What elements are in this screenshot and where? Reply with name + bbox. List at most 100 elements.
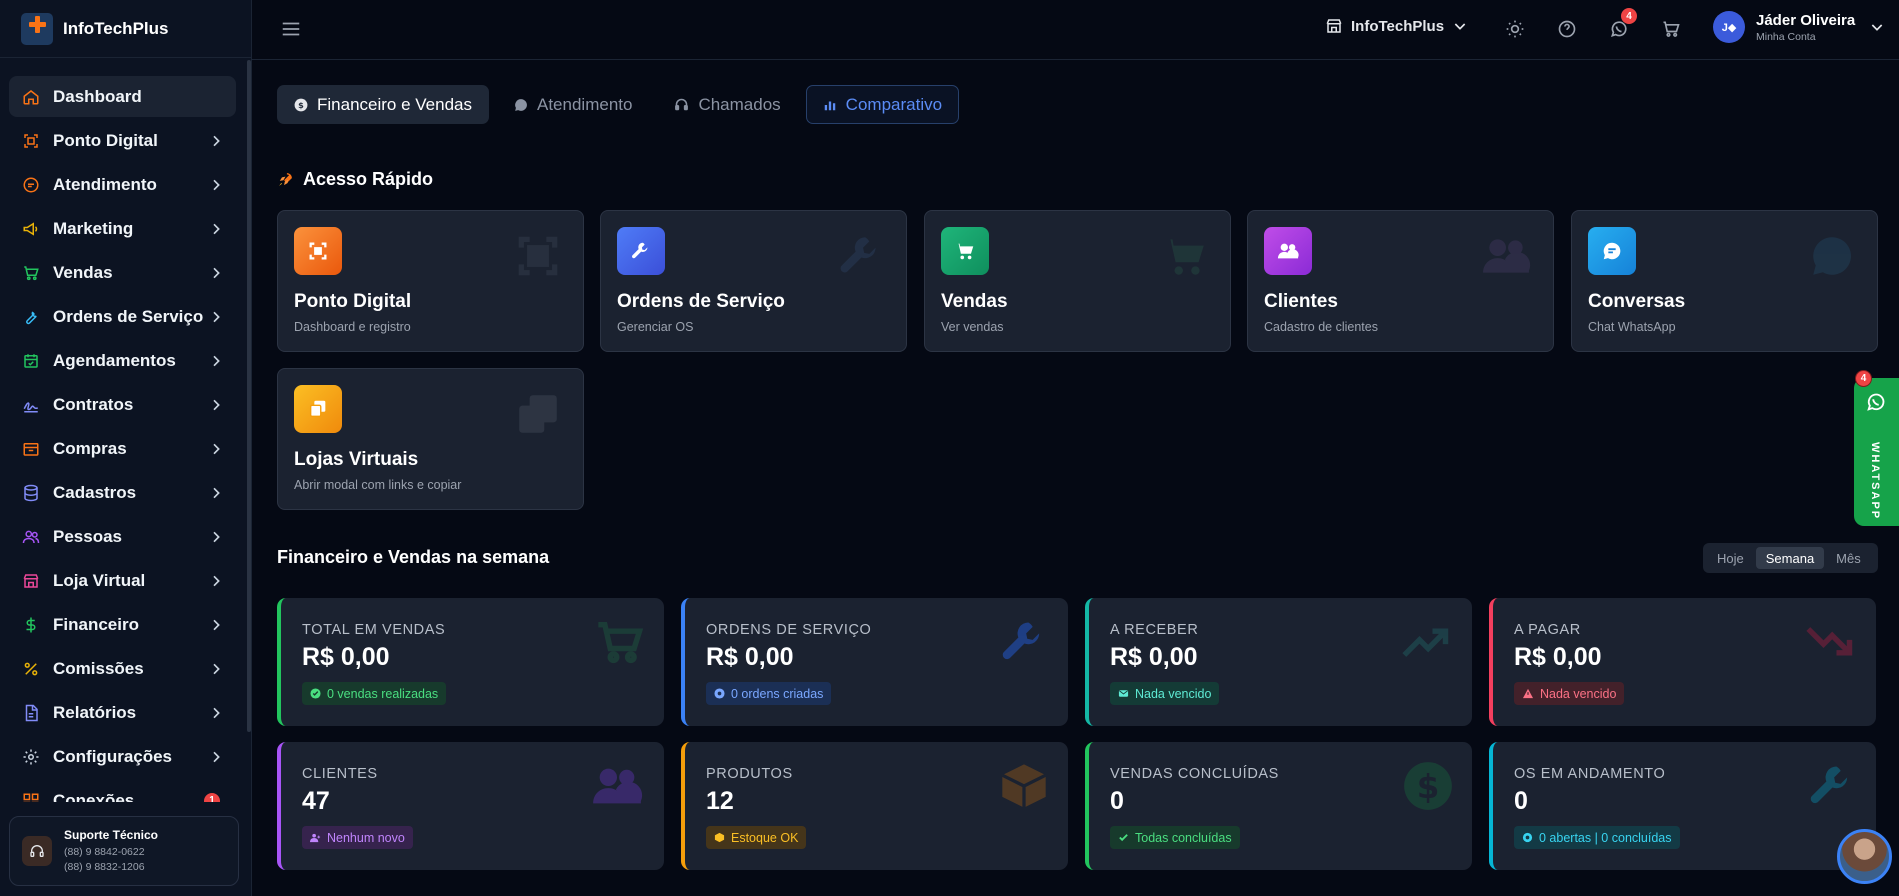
cart-icon: [941, 227, 989, 275]
wrench-watermark-icon: [1806, 760, 1858, 812]
sidebar-item-marketing[interactable]: Marketing: [9, 208, 236, 249]
database-icon: [21, 483, 41, 503]
menu-toggle-icon[interactable]: [278, 18, 304, 40]
stat-card-total-vendas[interactable]: TOTAL EM VENDAS R$ 0,00 0 vendas realiza…: [277, 598, 664, 726]
period-hoje-button[interactable]: Hoje: [1707, 547, 1754, 569]
quick-card-lojas-virtuais[interactable]: Lojas Virtuais Abrir modal com links e c…: [277, 368, 584, 510]
tab-comparativo[interactable]: Comparativo: [805, 85, 960, 124]
stat-card-vendas-concluidas[interactable]: VENDAS CONCLUÍDAS 0 Todas concluídas $: [1085, 742, 1472, 870]
scan-icon: [294, 227, 342, 275]
sidebar-item-conexoes[interactable]: Conexões 1: [9, 780, 236, 802]
sun-icon: [1506, 20, 1524, 38]
quick-card-title: Conversas: [1588, 291, 1686, 312]
week-summary-heading: Financeiro e Vendas na semana: [277, 547, 549, 568]
stat-card-a-pagar[interactable]: A PAGAR R$ 0,00 Nada vencido: [1489, 598, 1876, 726]
sidebar-item-label: Relatórios: [53, 702, 137, 722]
sidebar-item-label: Compras: [53, 438, 127, 458]
sidebar-item-label: Ponto Digital: [53, 130, 158, 150]
sidebar-item-comissoes[interactable]: Comissões: [9, 648, 236, 689]
sidebar-item-vendas[interactable]: Vendas: [9, 252, 236, 293]
sidebar-item-cadastros[interactable]: Cadastros: [9, 472, 236, 513]
tab-label: Chamados: [698, 94, 781, 114]
wrench-icon: [21, 307, 41, 327]
stat-pill: Todas concluídas: [1110, 826, 1240, 849]
help-icon: [1558, 20, 1576, 38]
chevron-down-icon: [1871, 24, 1883, 31]
support-card[interactable]: Suporte Técnico (88) 9 8842-0622 (88) 9 …: [9, 816, 239, 886]
stat-pill: Estoque OK: [706, 826, 807, 849]
stat-pill-text: 0 ordens criadas: [731, 686, 824, 701]
bar-chart-icon: [824, 101, 835, 110]
scan-icon: [21, 131, 41, 151]
quick-card-subtitle: Abrir modal com links e copiar: [294, 478, 462, 492]
store-selector[interactable]: InfoTechPlus: [1325, 17, 1468, 35]
sidebar-item-label: Contratos: [53, 394, 134, 414]
stat-label: VENDAS CONCLUÍDAS: [1110, 766, 1279, 782]
sidebar-item-contratos[interactable]: Contratos: [9, 384, 236, 425]
help-button[interactable]: [1554, 16, 1580, 42]
quick-card-vendas[interactable]: Vendas Ver vendas: [924, 210, 1231, 352]
brand[interactable]: InfoTechPlus: [0, 0, 251, 58]
sidebar-item-configuracoes[interactable]: Configurações: [9, 736, 236, 777]
quick-card-ordens-de-servico[interactable]: Ordens de Serviço Gerenciar OS: [600, 210, 907, 352]
chevron-right-icon: [213, 443, 220, 454]
user-plus-icon: [310, 833, 321, 843]
stat-pill: Nada vencido: [1110, 682, 1220, 705]
tab-atendimento[interactable]: Atendimento: [497, 85, 649, 124]
stat-card-produtos[interactable]: PRODUTOS 12 Estoque OK: [681, 742, 1068, 870]
sidebar-item-ponto-digital[interactable]: Ponto Digital: [9, 120, 236, 161]
sidebar-item-relatorios[interactable]: Relatórios: [9, 692, 236, 733]
tab-label: Financeiro e Vendas: [317, 94, 472, 114]
dollar-icon: [21, 615, 41, 635]
chevron-right-icon: [213, 663, 220, 674]
user-menu[interactable]: J◆ Jáder Oliveira Minha Conta: [1713, 11, 1885, 43]
tab-financeiro-e-vendas[interactable]: $ Financeiro e Vendas: [277, 85, 489, 124]
stat-pill: 0 abertas | 0 concluídas: [1514, 826, 1680, 849]
sidebar-item-financeiro[interactable]: Financeiro: [9, 604, 236, 645]
sidebar-item-dashboard[interactable]: Dashboard: [9, 76, 236, 117]
stat-card-clientes[interactable]: CLIENTES 47 Nenhum novo: [277, 742, 664, 870]
check-icon: [1119, 834, 1128, 842]
quick-card-conversas[interactable]: Conversas Chat WhatsApp: [1571, 210, 1878, 352]
sidebar-scrollbar[interactable]: [247, 60, 251, 732]
cart-icon: [21, 263, 41, 283]
sidebar-item-agendamentos[interactable]: Agendamentos: [9, 340, 236, 381]
whatsapp-button[interactable]: 4: [1606, 8, 1637, 42]
quick-card-subtitle: Gerenciar OS: [617, 320, 694, 334]
stat-label: ORDENS DE SERVIÇO: [706, 622, 872, 638]
stat-card-os-em-andamento[interactable]: OS EM ANDAMENTO 0 0 abertas | 0 concluíd…: [1489, 742, 1876, 870]
quick-card-ponto-digital[interactable]: Ponto Digital Dashboard e registro: [277, 210, 584, 352]
cart-button[interactable]: [1658, 16, 1684, 42]
quick-card-subtitle: Ver vendas: [941, 320, 1004, 334]
stat-card-ordens-servico[interactable]: ORDENS DE SERVIÇO R$ 0,00 0 ordens criad…: [681, 598, 1068, 726]
period-toggle: Hoje Semana Mês: [1703, 543, 1878, 573]
period-semana-button[interactable]: Semana: [1755, 547, 1825, 569]
period-mes-button[interactable]: Mês: [1826, 547, 1871, 569]
stat-pill: 0 ordens criadas: [706, 682, 832, 705]
chevron-right-icon: [213, 399, 220, 410]
stat-card-a-receber[interactable]: A RECEBER R$ 0,00 Nada vencido: [1085, 598, 1472, 726]
assistant-avatar-button[interactable]: [1837, 829, 1892, 884]
quick-card-clientes[interactable]: Clientes Cadastro de clientes: [1247, 210, 1554, 352]
trend-up-watermark-icon: [1398, 616, 1454, 668]
sidebar-item-ordens-de-servico[interactable]: Ordens de Serviço: [9, 296, 236, 337]
sidebar-item-loja-virtual[interactable]: Loja Virtual: [9, 560, 236, 601]
chevron-right-icon: [213, 223, 220, 234]
sidebar-item-atendimento[interactable]: Atendimento: [9, 164, 236, 205]
store-name: InfoTechPlus: [1351, 17, 1445, 35]
stat-pill: Nada vencido: [1514, 682, 1625, 705]
chevron-right-icon: [213, 531, 220, 542]
chevron-right-icon: [213, 619, 220, 630]
sidebar-item-label: Loja Virtual: [53, 570, 146, 590]
rocket-icon: [279, 173, 292, 186]
chat-icon: [1588, 227, 1636, 275]
tab-chamados[interactable]: Chamados: [657, 85, 797, 124]
sidebar-item-compras[interactable]: Compras: [9, 428, 236, 469]
users-watermark-icon: [1479, 231, 1533, 281]
chat-icon: [21, 175, 41, 195]
stat-value: R$ 0,00: [706, 643, 794, 671]
sidebar-item-pessoas[interactable]: Pessoas: [9, 516, 236, 557]
gear-icon: [21, 747, 41, 767]
chat-watermark-icon: [1807, 231, 1857, 281]
theme-toggle-button[interactable]: [1502, 16, 1528, 42]
